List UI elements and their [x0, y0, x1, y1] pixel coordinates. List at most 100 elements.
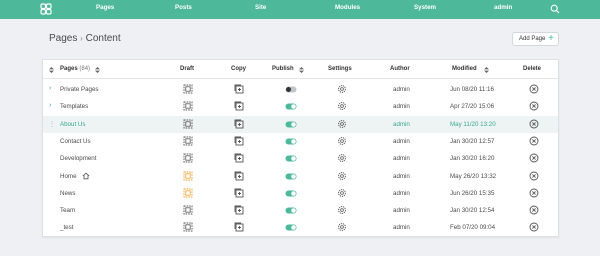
- table-row[interactable]: _test admin Feb 07/20 09:04: [43, 219, 558, 236]
- publish-toggle[interactable]: [285, 173, 297, 180]
- table-row[interactable]: ⋮ About Us admin May 11/20 13:20: [43, 115, 558, 133]
- author-cell: admin: [393, 189, 410, 197]
- top-navbar: Pages Posts Site Modules System admin: [0, 0, 600, 19]
- modified-cell: Feb 07/20 09:04: [450, 224, 496, 232]
- gear-icon[interactable]: [337, 119, 347, 129]
- app-logo-icon[interactable]: [40, 3, 52, 15]
- publish-toggle[interactable]: [285, 86, 297, 93]
- delete-icon[interactable]: [529, 205, 539, 215]
- table-row[interactable]: Home admin May 26/20 13:32: [43, 168, 558, 185]
- delete-icon[interactable]: [529, 119, 539, 129]
- table-row[interactable]: Team admin Jan 30/20 12:54: [43, 202, 558, 219]
- breadcrumb: Pages › Content: [49, 33, 121, 44]
- draft-icon[interactable]: [183, 136, 193, 146]
- page-name[interactable]: About Us: [60, 121, 85, 128]
- gear-icon[interactable]: [337, 84, 347, 94]
- delete-icon[interactable]: [529, 84, 539, 94]
- draft-icon[interactable]: [183, 84, 193, 94]
- table-row[interactable]: › Private Pages admin Jun 08/20 11:16: [43, 81, 558, 98]
- gear-icon[interactable]: [337, 136, 347, 146]
- copy-icon[interactable]: [234, 119, 244, 129]
- delete-icon[interactable]: [529, 153, 539, 163]
- column-header-draft: Draft: [180, 66, 195, 72]
- draft-icon[interactable]: [183, 205, 193, 215]
- table-row[interactable]: Contact Us admin Jan 30/20 12:57: [43, 133, 558, 150]
- delete-icon[interactable]: [529, 222, 539, 232]
- author-cell: admin: [393, 172, 410, 180]
- copy-icon[interactable]: [234, 153, 244, 163]
- copy-icon[interactable]: [234, 188, 244, 198]
- publish-toggle[interactable]: [285, 155, 297, 162]
- page-name[interactable]: Team: [60, 207, 75, 214]
- page-name[interactable]: News: [60, 190, 75, 197]
- gear-icon[interactable]: [337, 188, 347, 198]
- page-name[interactable]: Templates: [60, 103, 88, 110]
- copy-icon[interactable]: [234, 84, 244, 94]
- nav-item-posts[interactable]: Posts: [175, 4, 192, 11]
- draft-icon[interactable]: [183, 188, 193, 198]
- column-header-modified[interactable]: Modified: [452, 66, 477, 72]
- gear-icon[interactable]: [337, 171, 347, 181]
- page-name[interactable]: Contact Us: [60, 138, 91, 145]
- plus-icon: +: [548, 33, 554, 44]
- nav-item-admin[interactable]: admin: [494, 4, 512, 11]
- author-cell: admin: [393, 103, 410, 111]
- column-header-copy: Copy: [231, 66, 246, 72]
- column-header-author: Author: [390, 66, 410, 72]
- add-page-label: Add Page: [519, 36, 546, 42]
- copy-icon[interactable]: [234, 171, 244, 181]
- draft-icon[interactable]: [183, 222, 193, 232]
- gear-icon[interactable]: [337, 153, 347, 163]
- delete-icon[interactable]: [529, 136, 539, 146]
- page-name[interactable]: Private Pages: [60, 86, 99, 93]
- expand-chevron-icon[interactable]: ›: [49, 102, 51, 109]
- draft-icon[interactable]: [183, 101, 193, 111]
- expand-chevron-icon[interactable]: ›: [49, 85, 51, 92]
- nav-item-pages[interactable]: Pages: [96, 4, 114, 11]
- publish-toggle[interactable]: [285, 207, 297, 214]
- copy-icon[interactable]: [234, 101, 244, 111]
- delete-icon[interactable]: [529, 101, 539, 111]
- table-row[interactable]: › Templates admin Apr 27/20 15:06: [43, 98, 558, 115]
- delete-icon[interactable]: [529, 171, 539, 181]
- table-row[interactable]: News admin Jun 26/20 15:35: [43, 185, 558, 202]
- author-cell: admin: [393, 155, 410, 163]
- nav-item-site[interactable]: Site: [255, 4, 266, 11]
- gear-icon[interactable]: [337, 101, 347, 111]
- delete-icon[interactable]: [529, 188, 539, 198]
- drag-handle-icon[interactable]: ⋮: [49, 121, 55, 128]
- copy-icon[interactable]: [234, 205, 244, 215]
- copy-icon[interactable]: [234, 136, 244, 146]
- header-divider: [43, 78, 558, 79]
- add-page-button[interactable]: Add Page +: [512, 32, 559, 46]
- home-icon: [82, 172, 90, 179]
- breadcrumb-separator: ›: [80, 34, 83, 43]
- page-name[interactable]: _test: [60, 224, 73, 231]
- page-name[interactable]: Development: [60, 155, 96, 162]
- breadcrumb-root[interactable]: Pages: [49, 33, 77, 44]
- publish-toggle[interactable]: [285, 121, 297, 128]
- gear-icon[interactable]: [337, 222, 347, 232]
- table-row[interactable]: Development admin Jan 30/20 16:20: [43, 150, 558, 167]
- publish-toggle[interactable]: [285, 103, 297, 110]
- copy-icon[interactable]: [234, 222, 244, 232]
- sort-icon[interactable]: [49, 67, 54, 73]
- nav-item-system[interactable]: System: [414, 4, 436, 11]
- publish-sort-icon[interactable]: [299, 67, 304, 73]
- column-header-publish[interactable]: Publish: [272, 66, 294, 72]
- search-icon[interactable]: [550, 4, 560, 14]
- publish-toggle[interactable]: [285, 224, 297, 231]
- publish-toggle[interactable]: [285, 190, 297, 197]
- gear-icon[interactable]: [337, 205, 347, 215]
- draft-icon[interactable]: [183, 171, 193, 181]
- publish-toggle[interactable]: [285, 138, 297, 145]
- nav-item-modules[interactable]: Modules: [335, 4, 360, 11]
- column-header-pages[interactable]: Pages (84): [60, 66, 90, 72]
- page-name[interactable]: Home: [60, 173, 77, 180]
- draft-icon[interactable]: [183, 153, 193, 163]
- modified-cell: Jun 08/20 11:16: [450, 86, 494, 93]
- modified-cell: Jun 26/20 15:35: [450, 189, 495, 197]
- pages-sort-icon[interactable]: [95, 67, 100, 73]
- modified-sort-icon[interactable]: [484, 67, 489, 73]
- draft-icon[interactable]: [183, 119, 193, 129]
